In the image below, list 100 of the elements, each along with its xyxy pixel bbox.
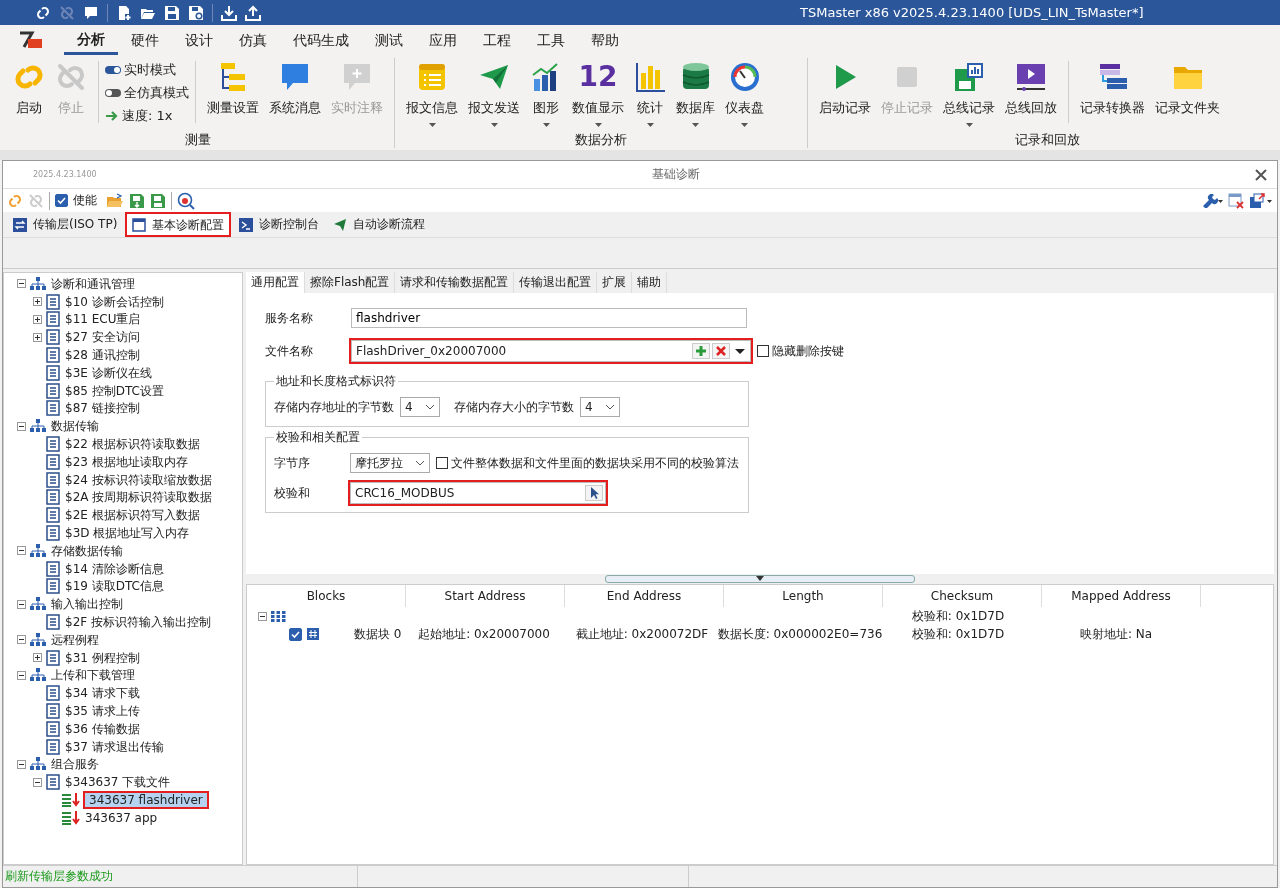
menu-tab[interactable]: 硬件: [118, 25, 172, 55]
close-icon[interactable]: [1255, 168, 1267, 181]
checkbox-label[interactable]: 隐藏删除按键: [772, 342, 844, 360]
file-name-field[interactable]: FlashDriver_0x20007000: [351, 340, 751, 362]
menu-tab[interactable]: 工程: [470, 25, 524, 55]
select-field[interactable]: 摩托罗拉: [350, 453, 430, 473]
link-icon[interactable]: [35, 4, 51, 21]
expander-icon[interactable]: [16, 279, 27, 289]
bug-search-icon[interactable]: [177, 191, 195, 210]
tab[interactable]: 基本诊断配置: [125, 212, 232, 237]
select-field[interactable]: 4: [400, 397, 440, 417]
new-file-icon[interactable]: [116, 4, 132, 21]
save-icon[interactable]: [164, 4, 180, 21]
upload-icon[interactable]: [245, 4, 261, 21]
download-icon[interactable]: [221, 4, 237, 21]
tab[interactable]: 诊断控制台: [233, 212, 326, 237]
tree-item[interactable]: $10 诊断会话控制: [63, 294, 166, 309]
tab[interactable]: 自动诊断流程: [327, 212, 432, 237]
ribbon-button[interactable]: 记录转换器: [1075, 59, 1150, 129]
tree-item[interactable]: 远程例程: [49, 632, 101, 647]
ribbon-button[interactable]: 数据库: [671, 59, 720, 129]
tree-item[interactable]: 上传和下载管理: [49, 668, 137, 683]
column-header[interactable]: Blocks: [247, 585, 406, 607]
tab[interactable]: 传输层(ISO TP): [7, 212, 124, 237]
expander-icon[interactable]: [16, 599, 27, 609]
tree-item[interactable]: $2E 根据标识符写入数据: [63, 508, 202, 523]
expander-icon[interactable]: [16, 759, 27, 769]
ribbon-button[interactable]: 测量设置: [202, 59, 264, 129]
app-logo-icon[interactable]: [18, 31, 44, 49]
tree-item[interactable]: $3D 根据地址写入内存: [63, 526, 192, 541]
expander-icon[interactable]: [16, 421, 27, 431]
ribbon-button[interactable]: 总线回放: [1000, 59, 1062, 129]
mode-label[interactable]: 速度: 1x: [122, 107, 173, 125]
tree-item[interactable]: $19 读取DTC信息: [63, 579, 166, 594]
service-name-field[interactable]: flashdriver: [351, 308, 747, 328]
ribbon-button[interactable]: 报文信息: [401, 59, 463, 129]
ribbon-button[interactable]: 报文发送: [463, 59, 525, 129]
select-field[interactable]: 4: [580, 397, 620, 417]
expander-icon[interactable]: [16, 546, 27, 556]
import-icon[interactable]: [129, 192, 145, 209]
column-header[interactable]: Checksum: [883, 585, 1042, 607]
ribbon-button[interactable]: 图形: [525, 59, 567, 129]
mode-label[interactable]: 全仿真模式: [124, 84, 189, 102]
tree-item[interactable]: $36 传输数据: [63, 721, 142, 736]
export-window-icon[interactable]: [1249, 192, 1273, 209]
column-header[interactable]: End Address: [565, 585, 724, 607]
expander-icon[interactable]: [32, 315, 43, 324]
tree-item[interactable]: 输入输出控制: [49, 597, 125, 612]
tree-item[interactable]: $22 根据标识符读取数据: [63, 437, 202, 452]
mode-label[interactable]: 实时模式: [124, 61, 176, 79]
pointer-icon[interactable]: [585, 485, 603, 501]
expander-icon[interactable]: [32, 332, 43, 342]
tree-item[interactable]: 诊断和通讯管理: [49, 276, 137, 291]
export-icon[interactable]: [150, 192, 166, 209]
tree-item[interactable]: $2A 按周期标识符读取数据: [63, 490, 215, 505]
tree-item[interactable]: $23 根据地址读取内存: [63, 454, 190, 469]
expander-icon[interactable]: [257, 611, 268, 621]
tree-item[interactable]: $27 安全访问: [63, 330, 142, 345]
column-header[interactable]: Start Address: [406, 585, 565, 607]
ribbon-button[interactable]: 仪表盘: [720, 59, 769, 129]
enable-label[interactable]: 使能: [73, 192, 97, 209]
splitter-handle[interactable]: [605, 575, 915, 583]
checksum-field[interactable]: CRC16_MODBUS: [350, 482, 606, 504]
tree-item[interactable]: $85 控制DTC设置: [63, 383, 166, 398]
tree-item[interactable]: 存储数据传输: [49, 543, 125, 558]
tree-item[interactable]: $34 请求下载: [63, 686, 142, 701]
column-header[interactable]: Length: [724, 585, 883, 607]
menu-tab[interactable]: 仿真: [226, 25, 280, 55]
row-checkbox[interactable]: [289, 627, 302, 641]
wrench-icon[interactable]: [1201, 193, 1223, 208]
tree-item[interactable]: $3E 诊断仪在线: [63, 365, 154, 380]
expander-icon[interactable]: [32, 777, 43, 787]
tree-item[interactable]: $14 清除诊断信息: [63, 561, 166, 576]
tree-item[interactable]: 数据传输: [49, 419, 101, 434]
add-icon[interactable]: [692, 343, 710, 359]
ribbon-button[interactable]: 统计: [629, 59, 671, 129]
toggle-switch[interactable]: [105, 89, 121, 97]
menu-tab[interactable]: 应用: [416, 25, 470, 55]
expander-icon[interactable]: [16, 670, 27, 680]
save-as-icon[interactable]: [188, 4, 204, 21]
tree-item[interactable]: $37 请求退出传输: [63, 739, 166, 754]
tab[interactable]: 通用配置: [246, 272, 305, 293]
ribbon-button[interactable]: 启动: [8, 59, 50, 129]
expander-icon[interactable]: [32, 653, 43, 663]
tree-item[interactable]: 343637 flashdriver: [83, 791, 209, 809]
open-folder-icon[interactable]: [106, 192, 124, 209]
ribbon-button[interactable]: 启动记录: [814, 59, 876, 129]
ribbon-button[interactable]: 12 数值显示: [567, 59, 629, 129]
menu-tab[interactable]: 测试: [362, 25, 416, 55]
delete-icon[interactable]: [712, 343, 730, 359]
checkbox[interactable]: [757, 345, 769, 357]
expander-icon[interactable]: [32, 297, 43, 307]
tree-item[interactable]: $28 通讯控制: [63, 348, 142, 363]
window-close-icon[interactable]: [1228, 192, 1244, 209]
tree-item[interactable]: $11 ECU重启: [63, 312, 143, 327]
tree-item[interactable]: 343637 app: [83, 810, 160, 825]
checkbox-label[interactable]: 文件整体数据和文件里面的数据块采用不同的校验算法: [451, 454, 739, 472]
tree-item[interactable]: $31 例程控制: [63, 650, 142, 665]
toggle-switch[interactable]: [105, 66, 121, 74]
tree-item[interactable]: $24 按标识符读取缩放数据: [63, 472, 214, 487]
